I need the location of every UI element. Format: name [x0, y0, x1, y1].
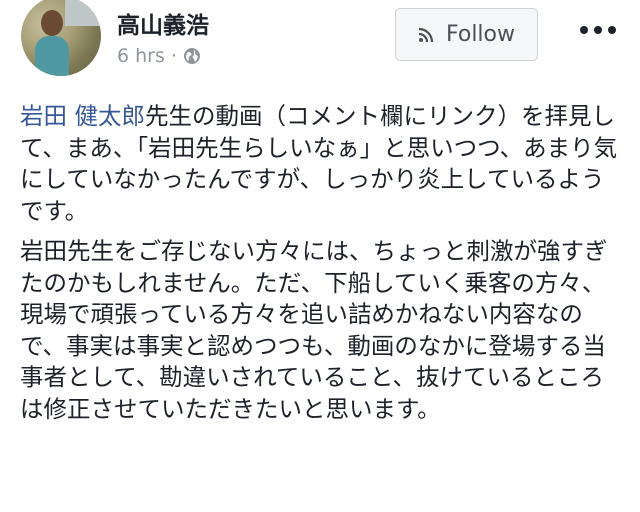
more-dot — [594, 26, 602, 34]
follow-label: Follow — [445, 22, 515, 47]
post-body: 岩田 健太郎先生の動画（コメント欄にリンク）を拝見して、まあ、「岩田先生らしいな… — [20, 101, 620, 425]
post-meta: 6 hrs · — [117, 45, 201, 67]
avatar-background — [65, 0, 101, 26]
author-avatar[interactable] — [21, 0, 101, 76]
more-dot — [608, 26, 616, 34]
post-time[interactable]: 6 hrs — [117, 45, 165, 67]
more-options-button[interactable] — [580, 18, 616, 42]
follow-button[interactable]: Follow — [395, 8, 538, 61]
avatar-head — [41, 10, 63, 36]
author-name[interactable]: 高山義浩 — [117, 6, 209, 40]
post-paragraph-1: 岩田 健太郎先生の動画（コメント欄にリンク）を拝見して、まあ、「岩田先生らしいな… — [20, 101, 620, 227]
rss-icon — [418, 27, 434, 42]
more-dot — [580, 26, 588, 34]
avatar-shirt — [35, 36, 69, 76]
post-paragraph-2: 岩田先生をご存じない方々には、ちょっと刺激が強すぎたのかもしれません。ただ、下船… — [20, 237, 608, 423]
meta-separator: · — [170, 45, 177, 67]
mention-link[interactable]: 岩田 健太郎 — [20, 102, 145, 130]
globe-icon[interactable] — [183, 47, 201, 65]
